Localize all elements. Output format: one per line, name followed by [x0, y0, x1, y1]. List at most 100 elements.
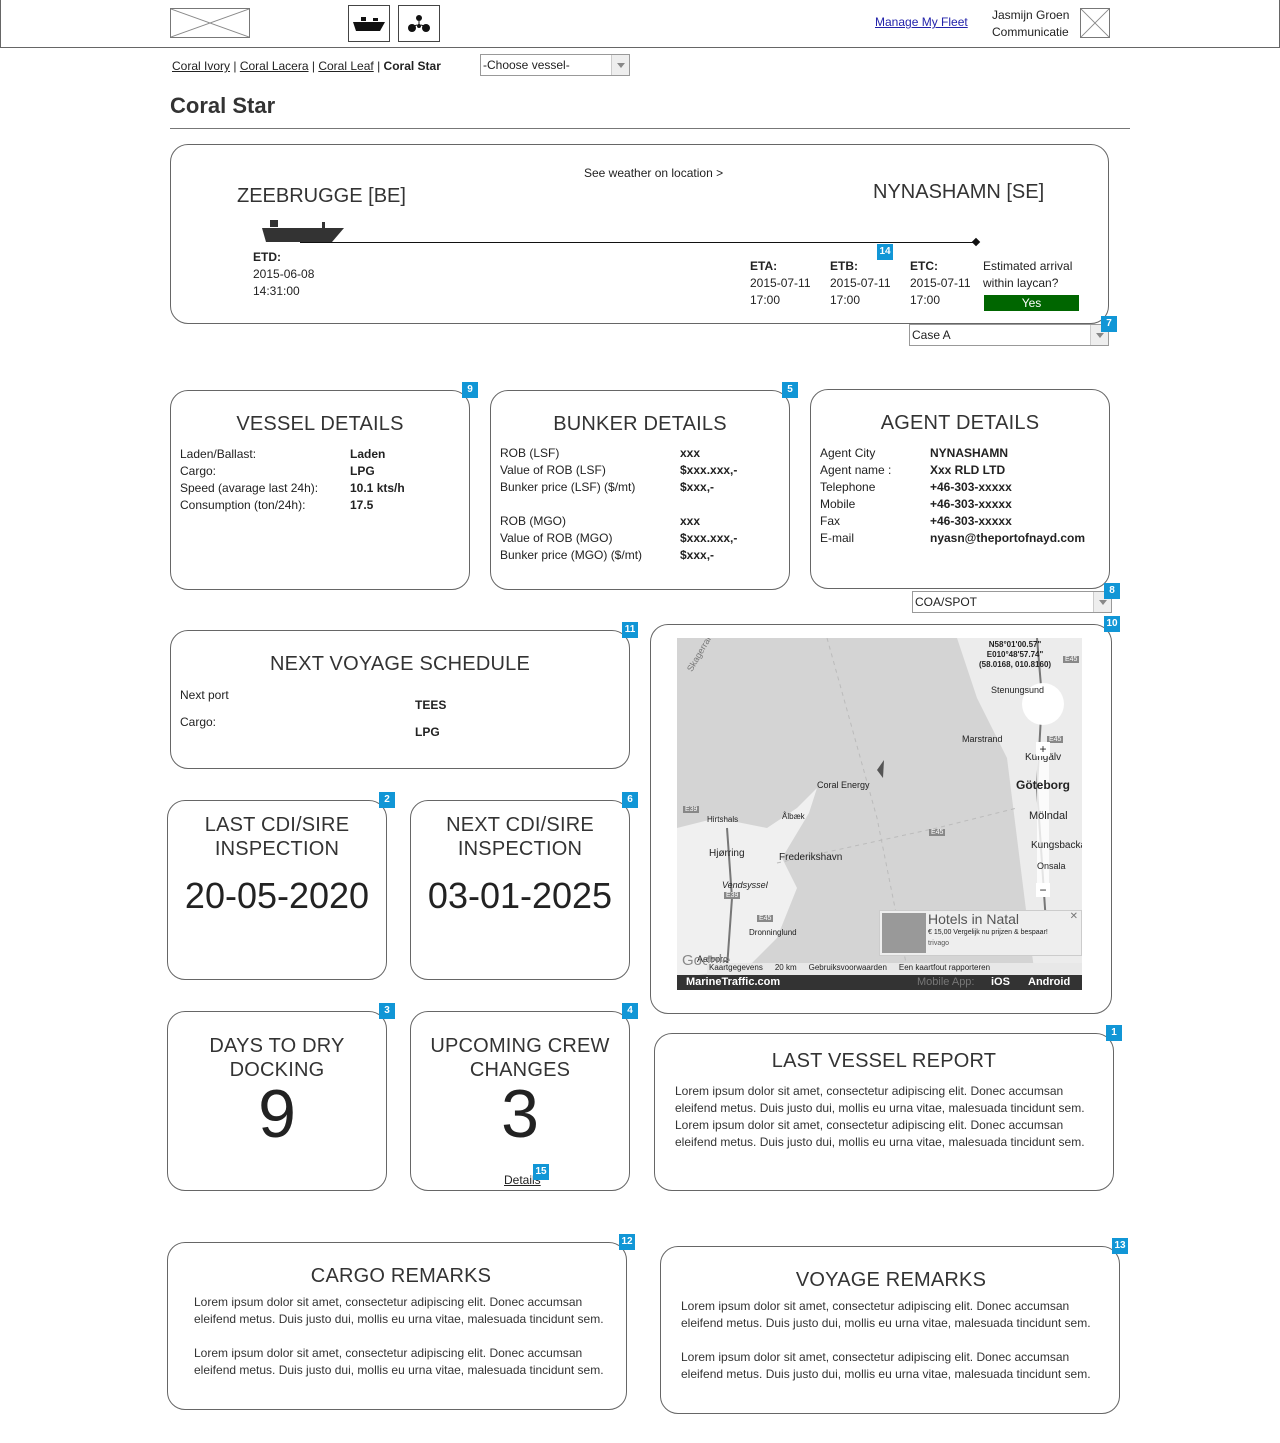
breadcrumb-coral-ivory[interactable]: Coral Ivory	[172, 59, 230, 73]
zoom-in-button[interactable]: +	[1036, 742, 1050, 756]
detail-row: Value of ROB (MGO) $xxx.xxx,-	[500, 530, 780, 547]
vessel-map[interactable]: N58°01'00.57" E010°48'57.74" (58.0168, 010…	[677, 638, 1082, 990]
annotation-badge: 8	[1104, 583, 1120, 599]
manage-my-fleet-link[interactable]: Manage My Fleet	[875, 15, 968, 29]
report-error-link[interactable]: Een kaartfout rapporteren	[899, 963, 990, 975]
brand-link[interactable]: MarineTraffic.com	[686, 975, 780, 990]
close-icon[interactable]: ✕	[1070, 911, 1078, 922]
detail-value: xxx	[680, 514, 701, 528]
annotation-badge: 15	[533, 1164, 549, 1180]
detail-label: E-mail	[820, 531, 855, 545]
breadcrumb-coral-leaf[interactable]: Coral Leaf	[318, 59, 373, 73]
detail-row: Cargo: LPG	[180, 463, 460, 480]
separator: |	[233, 59, 237, 73]
select-value: Case A	[912, 328, 951, 342]
crew-changes-panel: UPCOMING CREW CHANGES 3	[410, 1011, 630, 1191]
mobile-label: Mobile App:	[917, 976, 975, 988]
detail-value: $xxx,-	[680, 480, 715, 494]
annotation-badge: 12	[619, 1234, 635, 1250]
annotation-badge: 5	[782, 382, 798, 398]
map-place: Dronninglund	[749, 928, 797, 937]
dry-docking-panel: DAYS TO DRY DOCKING 9	[167, 1011, 387, 1191]
last-inspection-date: 20-05-2020	[184, 875, 370, 916]
detail-value: Laden	[350, 447, 386, 461]
detail-label: Fax	[820, 514, 841, 528]
weather-link[interactable]: See weather on location >	[584, 166, 723, 180]
case-select[interactable]: Case A	[909, 324, 1109, 346]
choose-vessel-select[interactable]: -Choose vessel-	[480, 54, 630, 76]
breadcrumb-current: Coral Star	[383, 59, 441, 73]
detail-row: Fax +46-303-xxxxx	[820, 513, 1105, 530]
map-place: Göteborg	[1016, 778, 1070, 792]
annotation-badge: 6	[622, 792, 638, 808]
fleet-ship-button[interactable]	[348, 5, 390, 42]
map-place: Kungsbacka	[1031, 840, 1082, 851]
ios-link[interactable]: iOS	[991, 975, 1010, 990]
detail-value: Xxx RLD LTD	[930, 463, 1006, 477]
detail-value: LPG	[350, 464, 375, 478]
network-button[interactable]	[398, 5, 440, 42]
marinetraffic-bar: MarineTraffic.com Mobile App: iOS Androi…	[677, 975, 1082, 990]
user-avatar[interactable]	[1080, 8, 1110, 38]
coa-spot-select[interactable]: COA/SPOT	[912, 591, 1112, 613]
map-data-link[interactable]: Kaartgegevens	[709, 963, 763, 975]
divider	[170, 128, 1130, 129]
logo-placeholder	[170, 8, 250, 38]
laycan-status-badge: Yes	[984, 295, 1079, 311]
panel-title: LAST VESSEL REPORT	[771, 1050, 997, 1072]
detail-value: $xxx.xxx,-	[680, 463, 738, 477]
zoom-out-button[interactable]: −	[1036, 883, 1050, 897]
map-place: Onsala	[1037, 861, 1066, 871]
terms-link[interactable]: Gebruiksvoorwaarden	[809, 963, 887, 975]
annotation-badge: 11	[622, 622, 638, 638]
road-label: E39	[683, 806, 700, 813]
panel-title: DAYS TO DRY DOCKING	[209, 1035, 345, 1081]
map-scale: 20 km	[774, 963, 797, 972]
detail-value: nyasn@theportofnayd.com	[930, 531, 1086, 545]
detail-label: Consumption (ton/24h):	[180, 498, 306, 512]
detail-row: Cargo: LPG	[180, 714, 620, 741]
user-info: Jasmijn Groen Communicatie	[992, 7, 1069, 41]
road-label: E45	[757, 915, 774, 922]
detail-value: TEES	[415, 698, 447, 712]
detail-label: ROB (LSF)	[500, 446, 560, 460]
detail-value: $xxx.xxx,-	[680, 531, 738, 545]
android-link[interactable]: Android	[1028, 975, 1070, 990]
map-ad[interactable]: Hotels in Natal € 15,00 Vergelijk nu pri…	[879, 910, 1082, 956]
annotation-badge: 1	[1106, 1025, 1122, 1041]
vessel-label: Coral Energy	[817, 780, 870, 790]
detail-label: Agent name :	[820, 463, 892, 477]
ad-title: Hotels in Natal	[928, 911, 1020, 927]
road-label: E45	[929, 829, 946, 836]
select-value: COA/SPOT	[915, 595, 978, 609]
agent-details-list: Agent City NYNASHAMN Agent name : Xxx RLD L…	[820, 445, 1105, 547]
etc-info: ETC: 2015-07-11 17:00	[910, 259, 971, 307]
detail-label: Agent City	[820, 446, 876, 460]
detail-row: Bunker price (LSF) ($/mt) $xxx,-	[500, 479, 780, 496]
remarks-text: Lorem ipsum dolor sit amet, consectetur …	[681, 1350, 1091, 1381]
panel-title: UPCOMING CREW CHANGES	[430, 1035, 610, 1081]
panel-title: LAST CDI/SIRE INSPECTION	[204, 814, 350, 860]
vessel-details-list: Laden/Ballast: Laden Cargo: LPG Speed (avara…	[180, 446, 460, 514]
departure-port: ZEEBRUGGE [BE]	[237, 185, 406, 207]
map-place: Marstrand	[962, 734, 1003, 744]
detail-value: NYNASHAMN	[930, 446, 1008, 460]
remarks-text: Lorem ipsum dolor sit amet, consectetur …	[194, 1346, 604, 1377]
annotation-badge: 9	[462, 382, 478, 398]
panel-title: NEXT CDI/SIRE INSPECTION	[446, 814, 594, 860]
map-place: Vendsyssel	[722, 880, 768, 890]
detail-value: 17.5	[350, 498, 374, 512]
detail-value: +46-303-xxxxx	[930, 480, 1012, 494]
breadcrumb-coral-lacera[interactable]: Coral Lacera	[240, 59, 309, 73]
report-text: Lorem ipsum dolor sit amet, consectetur …	[675, 1084, 1085, 1149]
detail-value: xxx	[680, 446, 701, 460]
detail-label: Cargo:	[180, 464, 217, 478]
road-label: E45	[1063, 656, 1080, 663]
crew-changes-count: 3	[501, 1076, 539, 1152]
ship-icon	[353, 16, 385, 31]
detail-value: 10.1 kts/h	[350, 481, 405, 495]
detail-row: Telephone +46-303-xxxxx	[820, 479, 1105, 496]
network-icon	[408, 14, 430, 32]
panel-title: VESSEL DETAILS	[236, 413, 404, 435]
next-inspection-date: 03-01-2025	[427, 875, 613, 916]
